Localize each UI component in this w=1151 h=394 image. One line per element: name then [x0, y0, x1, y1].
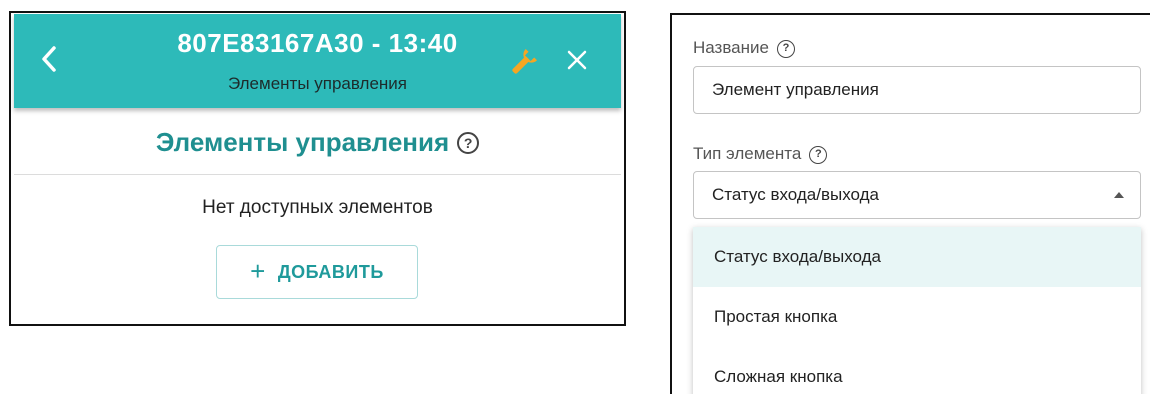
name-label-text: Название	[693, 38, 769, 57]
dropdown-option-complex-button[interactable]: Сложная кнопка	[693, 347, 1141, 394]
type-label-text: Тип элемента	[693, 144, 802, 163]
plus-icon: +	[250, 256, 266, 286]
chevron-up-icon	[1114, 192, 1124, 198]
app-header: 807E83167A30 - 13:40 Элементы управления	[14, 14, 621, 108]
name-input[interactable]	[693, 66, 1141, 114]
element-type-dropdown: Статус входа/выхода Простая кнопка Сложн…	[693, 227, 1141, 394]
help-circle-icon[interactable]: ?	[457, 131, 480, 154]
wrench-icon	[512, 48, 538, 74]
help-circle-icon[interactable]: ?	[776, 39, 795, 58]
selected-type-value: Статус входа/выхода	[712, 185, 879, 204]
dropdown-option-simple-button[interactable]: Простая кнопка	[693, 287, 1141, 347]
empty-state-message: Нет доступных элементов	[202, 197, 433, 218]
page-title: Элементы управления	[155, 127, 450, 157]
settings-button[interactable]	[507, 44, 543, 78]
type-field-label: Тип элемента?	[693, 144, 828, 164]
close-icon	[567, 50, 587, 70]
section-heading: Элементы управления?	[11, 127, 624, 158]
divider	[14, 174, 621, 175]
add-button-label: ДОБАВИТЬ	[277, 261, 384, 282]
element-form-panel: Название? Тип элемента? Статус входа/вых…	[670, 13, 1150, 394]
control-elements-panel: 807E83167A30 - 13:40 Элементы управления…	[9, 11, 626, 326]
help-circle-icon[interactable]: ?	[809, 145, 828, 164]
close-button[interactable]	[564, 47, 590, 73]
dropdown-option-io-status[interactable]: Статус входа/выхода	[693, 227, 1141, 287]
add-button[interactable]: + ДОБАВИТЬ	[216, 245, 418, 299]
element-type-select[interactable]: Статус входа/выхода	[693, 171, 1141, 219]
name-field-label: Название?	[693, 38, 795, 58]
